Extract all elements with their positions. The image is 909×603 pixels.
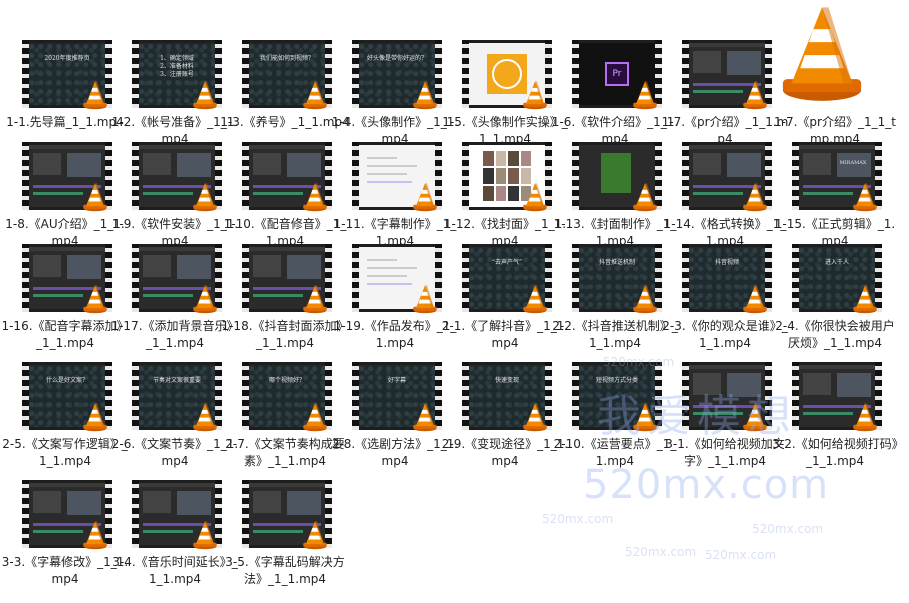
vlc-icon: [632, 80, 658, 110]
vlc-icon: [302, 182, 328, 212]
vlc-icon: [742, 284, 768, 314]
vlc-icon: [522, 80, 548, 110]
thumb-caption: 2020年度推荐页: [44, 55, 90, 62]
watermark-small: 520mx.com: [625, 545, 697, 559]
vlc-icon: [192, 182, 218, 212]
vlc-icon: [522, 182, 548, 212]
vlc-icon: [192, 284, 218, 314]
vlc-icon: [302, 80, 328, 110]
vlc-icon: [412, 182, 438, 212]
vlc-icon: [522, 284, 548, 314]
vlc-icon: [82, 284, 108, 314]
vlc-icon: [302, 520, 328, 550]
premiere-icon: Pr: [605, 62, 629, 86]
thumb-caption: 进入千人: [824, 259, 849, 266]
watermark-main: 我爱模想: [597, 391, 797, 442]
watermark-small: 520mx.com: [603, 355, 675, 369]
vlc-icon: [82, 402, 108, 432]
vlc-icon: [742, 182, 768, 212]
thumb-caption: 我们能如何到视频？: [259, 55, 314, 62]
watermark-small: 520mx.com: [705, 548, 777, 562]
thumb-caption: “去声产气”: [491, 259, 523, 266]
watermark-small: 520mx.com: [542, 512, 614, 526]
thumb-caption: 抖音视频: [714, 259, 739, 266]
vlc-icon: [192, 402, 218, 432]
vlc-icon: [82, 80, 108, 110]
thumb-caption: 好字幕: [387, 377, 406, 384]
thumb-caption: 节奏对文案很重要: [152, 377, 201, 384]
thumb-caption: MIRAMAX: [839, 160, 867, 166]
thumb-caption: 抖音推送机制: [598, 259, 635, 266]
vlc-icon: [412, 80, 438, 110]
vlc-icon: [632, 284, 658, 314]
vlc-icon: [412, 402, 438, 432]
thumb-caption: 1、确定领域 2、准备材料 3、注册账号: [160, 55, 194, 78]
thumb-caption: 快速变现: [494, 377, 519, 384]
vlc-icon: [302, 284, 328, 314]
vlc-icon: [82, 182, 108, 212]
vlc-icon: [742, 80, 768, 110]
vlc-icon: [412, 284, 438, 314]
file-grid: 2020年度推荐页 1-1.先导篇_1_1.mp4 1、确定领域 2、准备材料 3、…: [0, 0, 909, 603]
file-name: 2-4.《你很快会被用户厌烦》_1_1.mp4: [775, 319, 895, 350]
thumb-caption: 好头像是带你好运的？: [366, 55, 427, 62]
watermark-small: 520mx.com: [752, 522, 824, 536]
vlc-file-icon: [778, 3, 866, 101]
watermark-domain: 520mx.com: [583, 462, 830, 508]
vlc-icon: [302, 402, 328, 432]
vlc-icon: [852, 182, 878, 212]
vlc-icon: [82, 520, 108, 550]
thumb-caption: 哪个视频好？: [268, 377, 305, 384]
file-name: 3-5.《字幕乱码解决方法》_1_1.mp4: [225, 555, 345, 586]
vlc-icon: [852, 284, 878, 314]
vlc-icon: [192, 520, 218, 550]
vlc-icon: [632, 182, 658, 212]
vlc-icon: [522, 402, 548, 432]
vlc-icon: [192, 80, 218, 110]
vlc-icon: [852, 402, 878, 432]
thumb-caption: 什么是好文案？: [45, 377, 88, 384]
